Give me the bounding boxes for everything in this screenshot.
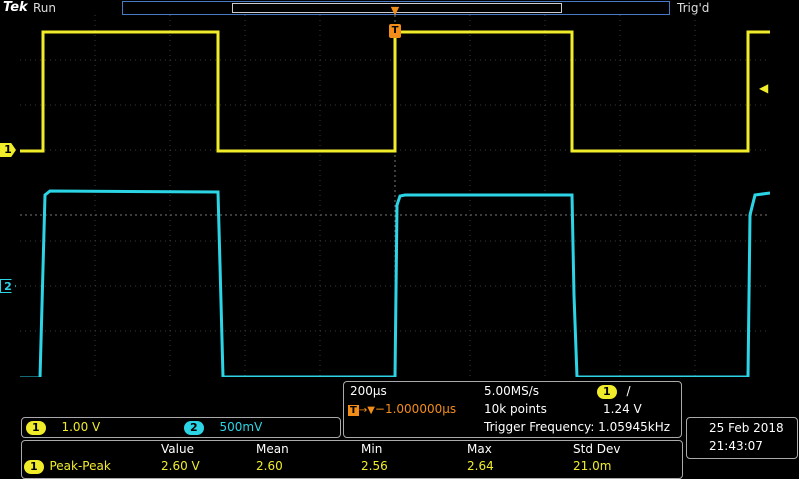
time: 21:43:07 bbox=[709, 439, 763, 453]
ch1-badge: 1 bbox=[26, 421, 46, 435]
date: 25 Feb 2018 bbox=[709, 421, 784, 435]
measure-max: 2.64 bbox=[467, 459, 494, 473]
trigger-slope-icon: / bbox=[626, 384, 631, 398]
horizontal-info-panel[interactable]: 200µs 5.00MS/s 1 / T →▼−1.000000µs 10k po… bbox=[343, 381, 682, 438]
ch1-level-marker[interactable]: 1 bbox=[0, 143, 16, 157]
trigger-delay-icon: T bbox=[348, 405, 359, 416]
record-length: 10k points bbox=[484, 402, 547, 416]
measure-stddev: 21.0m bbox=[573, 459, 612, 473]
trigger-frequency: Trigger Frequency: 1.05945kHz bbox=[484, 420, 671, 434]
trigger-position-arrow: ▼ bbox=[390, 4, 400, 17]
sample-rate: 5.00MS/s bbox=[484, 384, 539, 398]
waveform-display[interactable] bbox=[20, 15, 770, 377]
trigger-status: Trig'd bbox=[677, 1, 710, 15]
run-state: Run bbox=[33, 1, 57, 15]
time-per-div: 200µs bbox=[350, 384, 387, 398]
trigger-level-arrow-icon[interactable]: ◀ bbox=[759, 81, 768, 95]
measure-header-value: Value bbox=[161, 442, 194, 456]
measure-header-stddev: Std Dev bbox=[573, 442, 621, 456]
measure-value: 2.60 V bbox=[161, 459, 200, 473]
ch2-badge: 2 bbox=[184, 421, 204, 435]
trigger-source-badge: 1 / bbox=[597, 384, 631, 399]
measurements-panel[interactable]: Value Mean Min Max Std Dev 1 Peak-Peak 2… bbox=[21, 440, 683, 479]
delay-readout: T →▼−1.000000µs bbox=[348, 402, 457, 416]
channel-scale-panel[interactable]: 1 1.00 V 2 500mV bbox=[21, 417, 341, 438]
ch2-trace bbox=[20, 189, 770, 377]
ch2-level-marker[interactable]: 2 bbox=[0, 279, 16, 293]
ch1-scale[interactable]: 1 1.00 V bbox=[26, 420, 100, 435]
measure-header-mean: Mean bbox=[256, 442, 289, 456]
ch1-trace bbox=[20, 30, 770, 153]
measure-mean: 2.60 bbox=[256, 459, 283, 473]
measure-ch1-badge: 1 bbox=[24, 460, 44, 474]
measure-row-label[interactable]: 1 Peak-Peak bbox=[24, 459, 111, 474]
measure-header-min: Min bbox=[361, 442, 383, 456]
measure-header-max: Max bbox=[467, 442, 492, 456]
trigger-position-marker[interactable]: T bbox=[389, 24, 401, 38]
trigger-level: 1.24 V bbox=[603, 402, 642, 416]
measure-min: 2.56 bbox=[361, 459, 388, 473]
ch2-scale[interactable]: 2 500mV bbox=[184, 420, 262, 435]
brand-logo: Tek bbox=[3, 0, 28, 15]
datetime-panel[interactable]: 25 Feb 2018 21:43:07 bbox=[686, 417, 798, 459]
